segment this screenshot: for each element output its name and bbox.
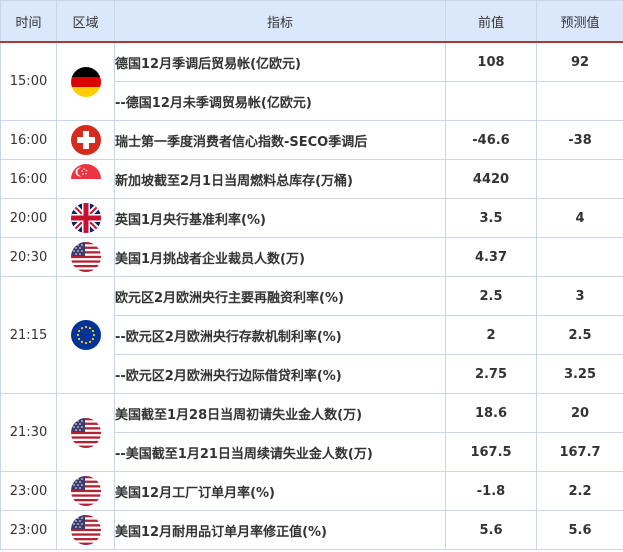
previous-value-cell: -1.8 bbox=[445, 471, 537, 511]
indicator-cell[interactable]: 美国12月工厂订单月率(%) bbox=[114, 471, 446, 511]
table-row: 20:30 美国1月挑战者企业裁员人数(万) 4.37 bbox=[0, 237, 623, 277]
table-row: 21:30 美国截至1月28日当周初请失业金人数(万) 18.6 20 bbox=[0, 393, 623, 472]
previous-value-cell: 3.5 bbox=[445, 198, 537, 238]
header-previous: 前值 bbox=[445, 0, 537, 43]
previous-value-cell: 4.37 bbox=[445, 237, 537, 277]
forecast-value-cell bbox=[536, 159, 623, 199]
region-cell bbox=[56, 510, 115, 550]
forecast-value-cell: 2.2 bbox=[536, 471, 623, 511]
previous-value-cell: 5.6 bbox=[445, 510, 537, 550]
time-cell: 15:00 bbox=[0, 41, 57, 121]
forecast-value-cell: 167.7 bbox=[536, 432, 623, 472]
indicator-cell[interactable]: --欧元区2月欧洲央行边际借贷利率(%) bbox=[114, 354, 446, 394]
table-body: 15:00 德国12月季调后贸易帐(亿欧元) 108 92 --德国12月未季调贸易帐(… bbox=[0, 41, 623, 550]
indicator-cell[interactable]: --欧元区2月欧洲央行存款机制利率(%) bbox=[114, 315, 446, 355]
forecast-value-cell: 20 bbox=[536, 393, 623, 433]
singapore-flag-icon bbox=[70, 164, 101, 194]
header-forecast: 预测值 bbox=[536, 0, 623, 43]
table-row: 23:00 美国12月耐用品订单月率修正值(%) 5.6 5.6 bbox=[0, 510, 623, 550]
forecast-value-cell bbox=[536, 237, 623, 277]
time-cell: 23:00 bbox=[0, 510, 57, 550]
economic-calendar-table: 时间 区域 指标 前值 预测值 15:00 德国12月季调后贸易帐(亿欧元) 108… bbox=[0, 0, 623, 550]
previous-value-cell: 108 bbox=[445, 41, 537, 82]
previous-value-cell: 2 bbox=[445, 315, 537, 355]
previous-value-cell: 4420 bbox=[445, 159, 537, 199]
indicator-cell[interactable]: 新加坡截至2月1日当周燃料总库存(万桶) bbox=[114, 159, 446, 199]
previous-value-cell: -46.6 bbox=[445, 120, 537, 160]
germany-flag-icon bbox=[70, 66, 101, 97]
time-cell: 21:30 bbox=[0, 393, 57, 472]
time-cell: 21:15 bbox=[0, 276, 57, 394]
us-flag-icon bbox=[70, 476, 101, 506]
indicator-cell[interactable]: --德国12月未季调贸易帐(亿欧元) bbox=[114, 81, 446, 121]
uk-flag-icon bbox=[70, 203, 101, 233]
forecast-value-cell bbox=[536, 81, 623, 121]
region-cell bbox=[56, 276, 115, 394]
indicator-cell[interactable]: 美国截至1月28日当周初请失业金人数(万) bbox=[114, 393, 446, 433]
header-region: 区域 bbox=[56, 0, 115, 43]
forecast-value-cell: 92 bbox=[536, 41, 623, 82]
header-indicator: 指标 bbox=[114, 0, 446, 43]
time-cell: 16:00 bbox=[0, 159, 57, 199]
us-flag-icon bbox=[70, 515, 101, 545]
region-cell bbox=[56, 471, 115, 511]
time-cell: 16:00 bbox=[0, 120, 57, 160]
indicator-cell[interactable]: 美国12月耐用品订单月率修正值(%) bbox=[114, 510, 446, 550]
forecast-value-cell: 3 bbox=[536, 276, 623, 316]
table-row: 16:00 新加坡截至2月1日当周燃料总库存(万桶) 4420 bbox=[0, 159, 623, 199]
table-row: 23:00 美国12月工厂订单月率(%) -1.8 2.2 bbox=[0, 471, 623, 511]
switzerland-flag-icon bbox=[70, 125, 101, 155]
table-row: 21:15 欧元区2月欧洲央行主要再融资利率(%) 2.5 3 bbox=[0, 276, 623, 394]
previous-value-cell: 2.5 bbox=[445, 276, 537, 316]
region-cell bbox=[56, 120, 115, 160]
time-cell: 20:30 bbox=[0, 237, 57, 277]
time-cell: 23:00 bbox=[0, 471, 57, 511]
table-row: 20:00 英国1月央行基准利率(%) 3.5 4 bbox=[0, 198, 623, 238]
us-flag-icon bbox=[70, 242, 101, 272]
us-flag-icon bbox=[70, 417, 101, 448]
region-cell bbox=[56, 237, 115, 277]
previous-value-cell bbox=[445, 81, 537, 121]
forecast-value-cell: -38 bbox=[536, 120, 623, 160]
region-cell bbox=[56, 198, 115, 238]
header-time: 时间 bbox=[0, 0, 57, 43]
indicator-cell[interactable]: --美国截至1月21日当周续请失业金人数(万) bbox=[114, 432, 446, 472]
previous-value-cell: 167.5 bbox=[445, 432, 537, 472]
indicator-cell[interactable]: 美国1月挑战者企业裁员人数(万) bbox=[114, 237, 446, 277]
indicator-cell[interactable]: 德国12月季调后贸易帐(亿欧元) bbox=[114, 41, 446, 82]
table-row: 16:00 瑞士第一季度消费者信心指数-SECO季调后 -46.6 -38 bbox=[0, 120, 623, 160]
forecast-value-cell: 4 bbox=[536, 198, 623, 238]
table-row: 15:00 德国12月季调后贸易帐(亿欧元) 108 92 bbox=[0, 41, 623, 121]
previous-value-cell: 18.6 bbox=[445, 393, 537, 433]
region-cell bbox=[56, 41, 115, 121]
forecast-value-cell: 3.25 bbox=[536, 354, 623, 394]
eu-flag-icon bbox=[70, 320, 101, 350]
forecast-value-cell: 5.6 bbox=[536, 510, 623, 550]
time-cell: 20:00 bbox=[0, 198, 57, 238]
region-cell bbox=[56, 393, 115, 472]
table-header-row: 时间 区域 指标 前值 预测值 bbox=[0, 0, 623, 43]
indicator-cell[interactable]: 英国1月央行基准利率(%) bbox=[114, 198, 446, 238]
indicator-cell[interactable]: 欧元区2月欧洲央行主要再融资利率(%) bbox=[114, 276, 446, 316]
forecast-value-cell: 2.5 bbox=[536, 315, 623, 355]
indicator-cell[interactable]: 瑞士第一季度消费者信心指数-SECO季调后 bbox=[114, 120, 446, 160]
region-cell bbox=[56, 159, 115, 199]
previous-value-cell: 2.75 bbox=[445, 354, 537, 394]
